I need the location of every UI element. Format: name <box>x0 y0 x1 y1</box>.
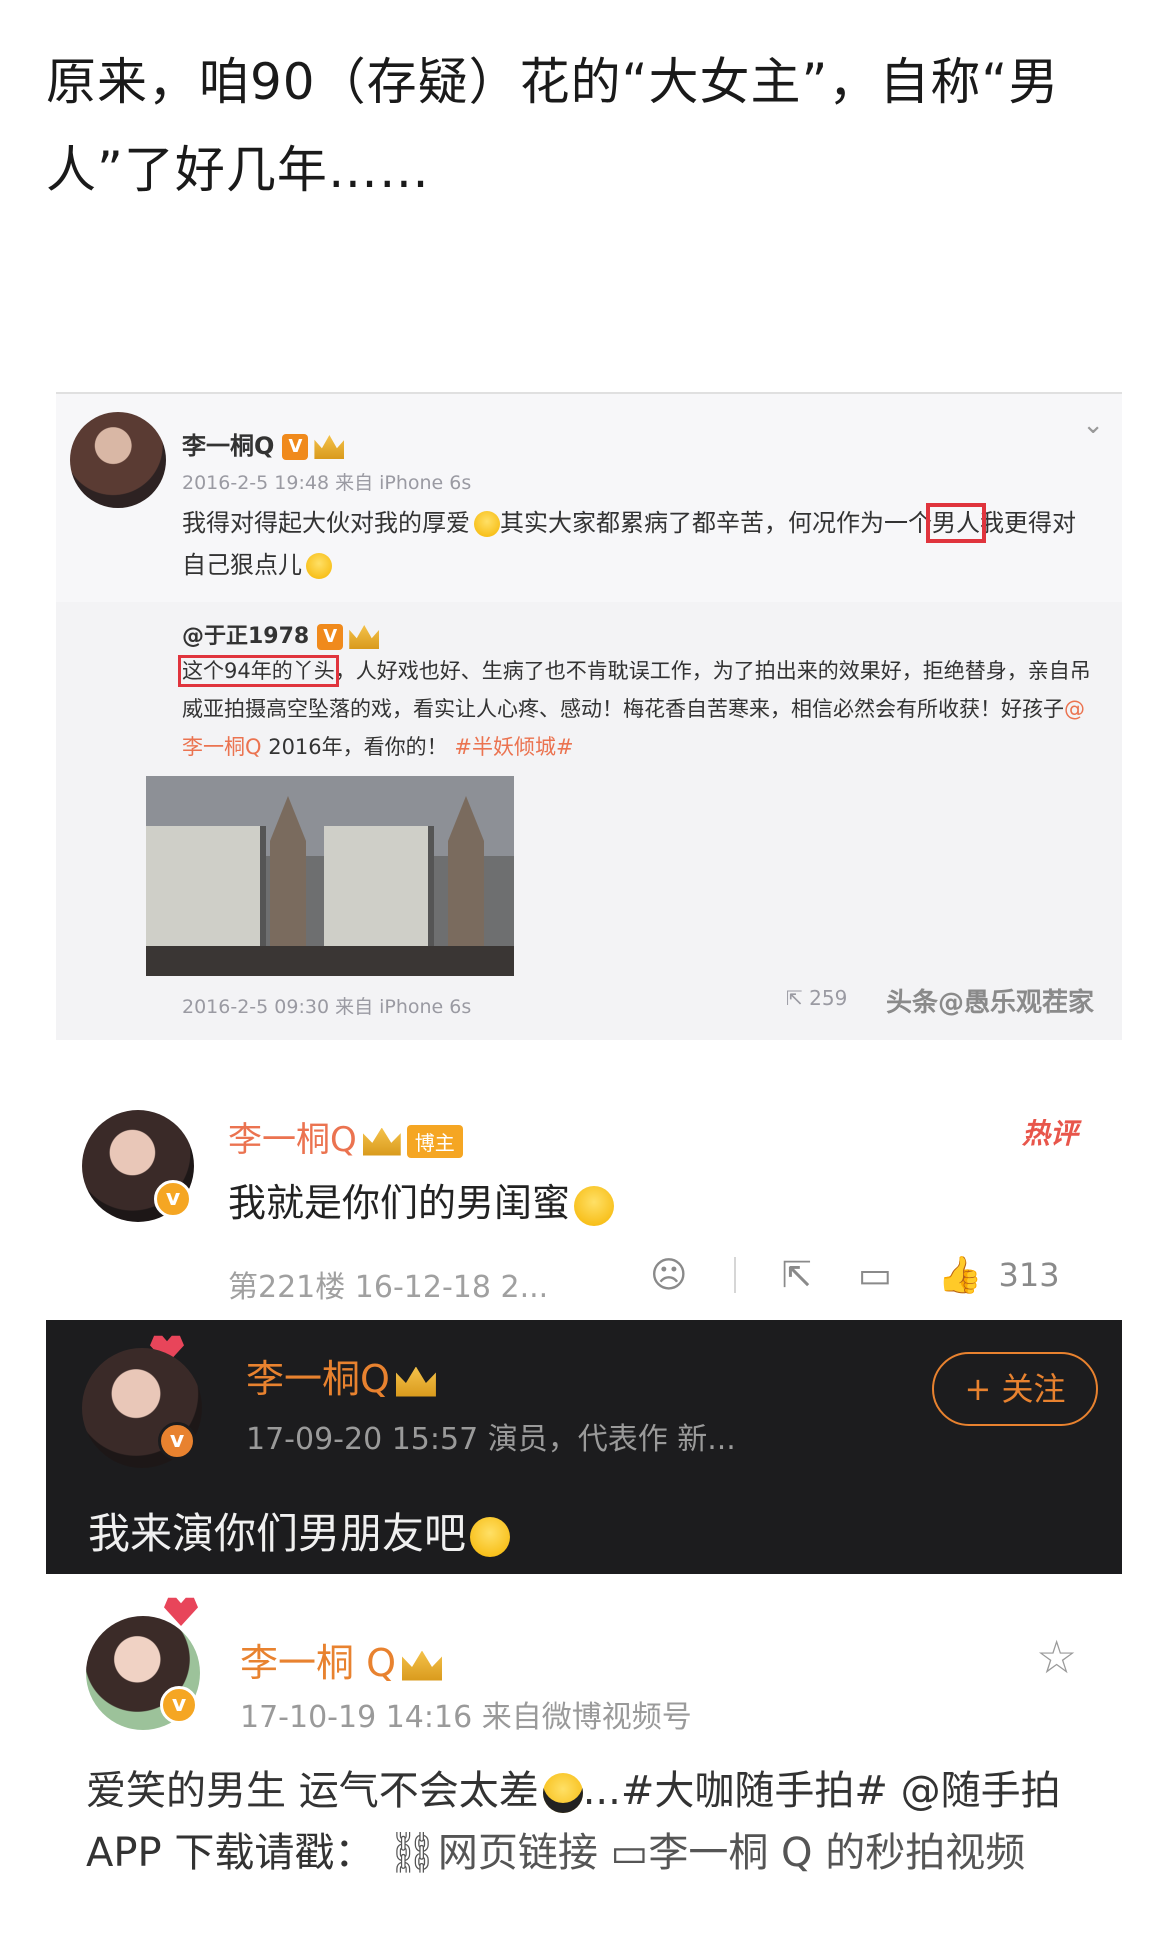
post-text-2: 其实大家都累病了都辛苦，何况作为一个 <box>500 509 932 537</box>
repost-text: 这个94年的丫头，人好戏也好、生病了也不肯耽误工作，为了拍出来的效果好，拒绝替身… <box>178 655 1091 759</box>
post-author[interactable]: 李一桐 Q <box>240 1632 442 1687</box>
comment-meta: 17-09-20 15:57 演员，代表作 新... <box>246 1422 736 1457</box>
crown-icon <box>314 435 345 459</box>
repost-time: 2016-2-5 09:30 来自 iPhone 6s <box>182 996 472 1018</box>
tower-shape <box>448 796 484 946</box>
verified-icon: v <box>158 1422 196 1460</box>
post-author-name[interactable]: 李一桐 Q <box>240 1641 396 1685</box>
hot-comment-badge: 热评 <box>1022 1117 1079 1150</box>
author-badge: 博主 <box>406 1125 463 1158</box>
like-icon[interactable]: 👍 <box>938 1254 983 1296</box>
emoji-icon <box>470 1516 511 1557</box>
comment-text: 我就是你们的男闺蜜 <box>228 1172 615 1227</box>
comment-text: 我来演你们男朋友吧 <box>88 1500 511 1561</box>
post-text: 爱笑的男生 运气不会太差 ...#大咖随手拍# @随手拍 APP 下载请戳： ⛓网… <box>86 1760 1126 1884</box>
comment-actions: ☹ ⇱ ▭ 👍 313 <box>650 1254 1060 1297</box>
share-icon[interactable]: ⇱ <box>782 1255 812 1296</box>
repost-author[interactable]: @于正1978 V <box>182 618 380 650</box>
like-count: 313 <box>998 1256 1060 1294</box>
web-link[interactable]: 网页链接 <box>438 1830 598 1876</box>
building-shape <box>324 826 434 946</box>
video-icon: ▭ <box>610 1830 649 1876</box>
post-text: 我得对得起大伙对我的厚爱 其实大家都累病了都辛苦，何况作为一个男人我更得对自己狠点… <box>182 502 1092 586</box>
repost-highlight: 这个94年的丫头 <box>178 655 339 687</box>
ground-shape <box>314 946 514 976</box>
dislike-icon[interactable]: ☹ <box>650 1255 688 1296</box>
repost-author-name[interactable]: @于正1978 <box>182 624 309 649</box>
emoji-icon <box>574 1185 615 1226</box>
sunglasses-emoji-icon <box>542 1773 583 1813</box>
post-time: 2016-2-5 19:48 来自 iPhone 6s <box>182 472 472 494</box>
headline: 原来，咱90（存疑）花的“大女主”，自称“男人”了好几年…… <box>46 53 1060 199</box>
post-meta: 17-10-19 14:16 来自微博视频号 <box>240 1700 692 1735</box>
comment-author[interactable]: 李一桐Q <box>246 1348 436 1403</box>
crown-icon <box>362 1127 401 1156</box>
comment-author-name[interactable]: 李一桐Q <box>228 1120 357 1160</box>
star-icon[interactable]: ☆ <box>1036 1630 1077 1684</box>
link-icon: ⛓ <box>387 1830 438 1876</box>
comment-text-body: 我就是你们的男闺蜜 <box>228 1181 571 1225</box>
repost-tail: 2016年，看你的！ <box>261 735 448 759</box>
post-photo[interactable] <box>314 776 514 976</box>
post-text-1: 我得对得起大伙对我的厚爱 <box>182 509 470 537</box>
post-author[interactable]: 李一桐Q V <box>182 426 345 461</box>
comment-icon[interactable]: ▭ <box>858 1255 892 1296</box>
watermark: 头条@愚乐观茬家 <box>886 988 1095 1018</box>
divider <box>733 1257 736 1293</box>
hashtag-link[interactable]: #半妖倾城# <box>454 735 573 759</box>
comment-text-body: 我来演你们男朋友吧 <box>88 1509 467 1558</box>
verified-icon: v <box>154 1180 192 1218</box>
building-shape <box>146 826 266 946</box>
dark-comment-card: v 李一桐Q 17-09-20 15:57 演员，代表作 新... + 关注 我… <box>46 1320 1122 1574</box>
emoji-icon <box>474 511 500 537</box>
crown-icon <box>402 1650 442 1681</box>
comment-meta: 第221楼 16-12-18 2... <box>228 1270 549 1305</box>
emoji-icon <box>306 553 332 579</box>
highlight-text: 男人 <box>926 503 986 543</box>
crown-icon <box>349 625 380 649</box>
repost-count[interactable]: ⇱ 259 <box>786 986 847 1010</box>
comment-author-name[interactable]: 李一桐Q <box>246 1357 390 1401</box>
share-icon: ⇱ <box>786 986 803 1010</box>
verified-icon: V <box>317 624 344 650</box>
follow-button[interactable]: + 关注 <box>932 1352 1098 1426</box>
repost-count-value: 259 <box>809 986 848 1010</box>
post-author-name[interactable]: 李一桐Q <box>182 432 274 460</box>
avatar[interactable] <box>70 412 166 508</box>
chevron-down-icon[interactable]: ⌄ <box>1082 410 1104 440</box>
video-link[interactable]: 李一桐 Q 的秒拍视频 <box>648 1830 1025 1876</box>
comment-author[interactable]: 李一桐Q 博主 <box>228 1112 463 1161</box>
tower-shape <box>270 796 306 946</box>
verified-icon: V <box>282 434 309 460</box>
post-text-body: 爱笑的男生 运气不会太差 <box>86 1768 539 1814</box>
repost-card: 李一桐Q V ⌄ 2016-2-5 19:48 来自 iPhone 6s 我得对得… <box>56 392 1122 1040</box>
verified-icon: v <box>160 1686 198 1724</box>
crown-icon <box>395 1366 436 1397</box>
